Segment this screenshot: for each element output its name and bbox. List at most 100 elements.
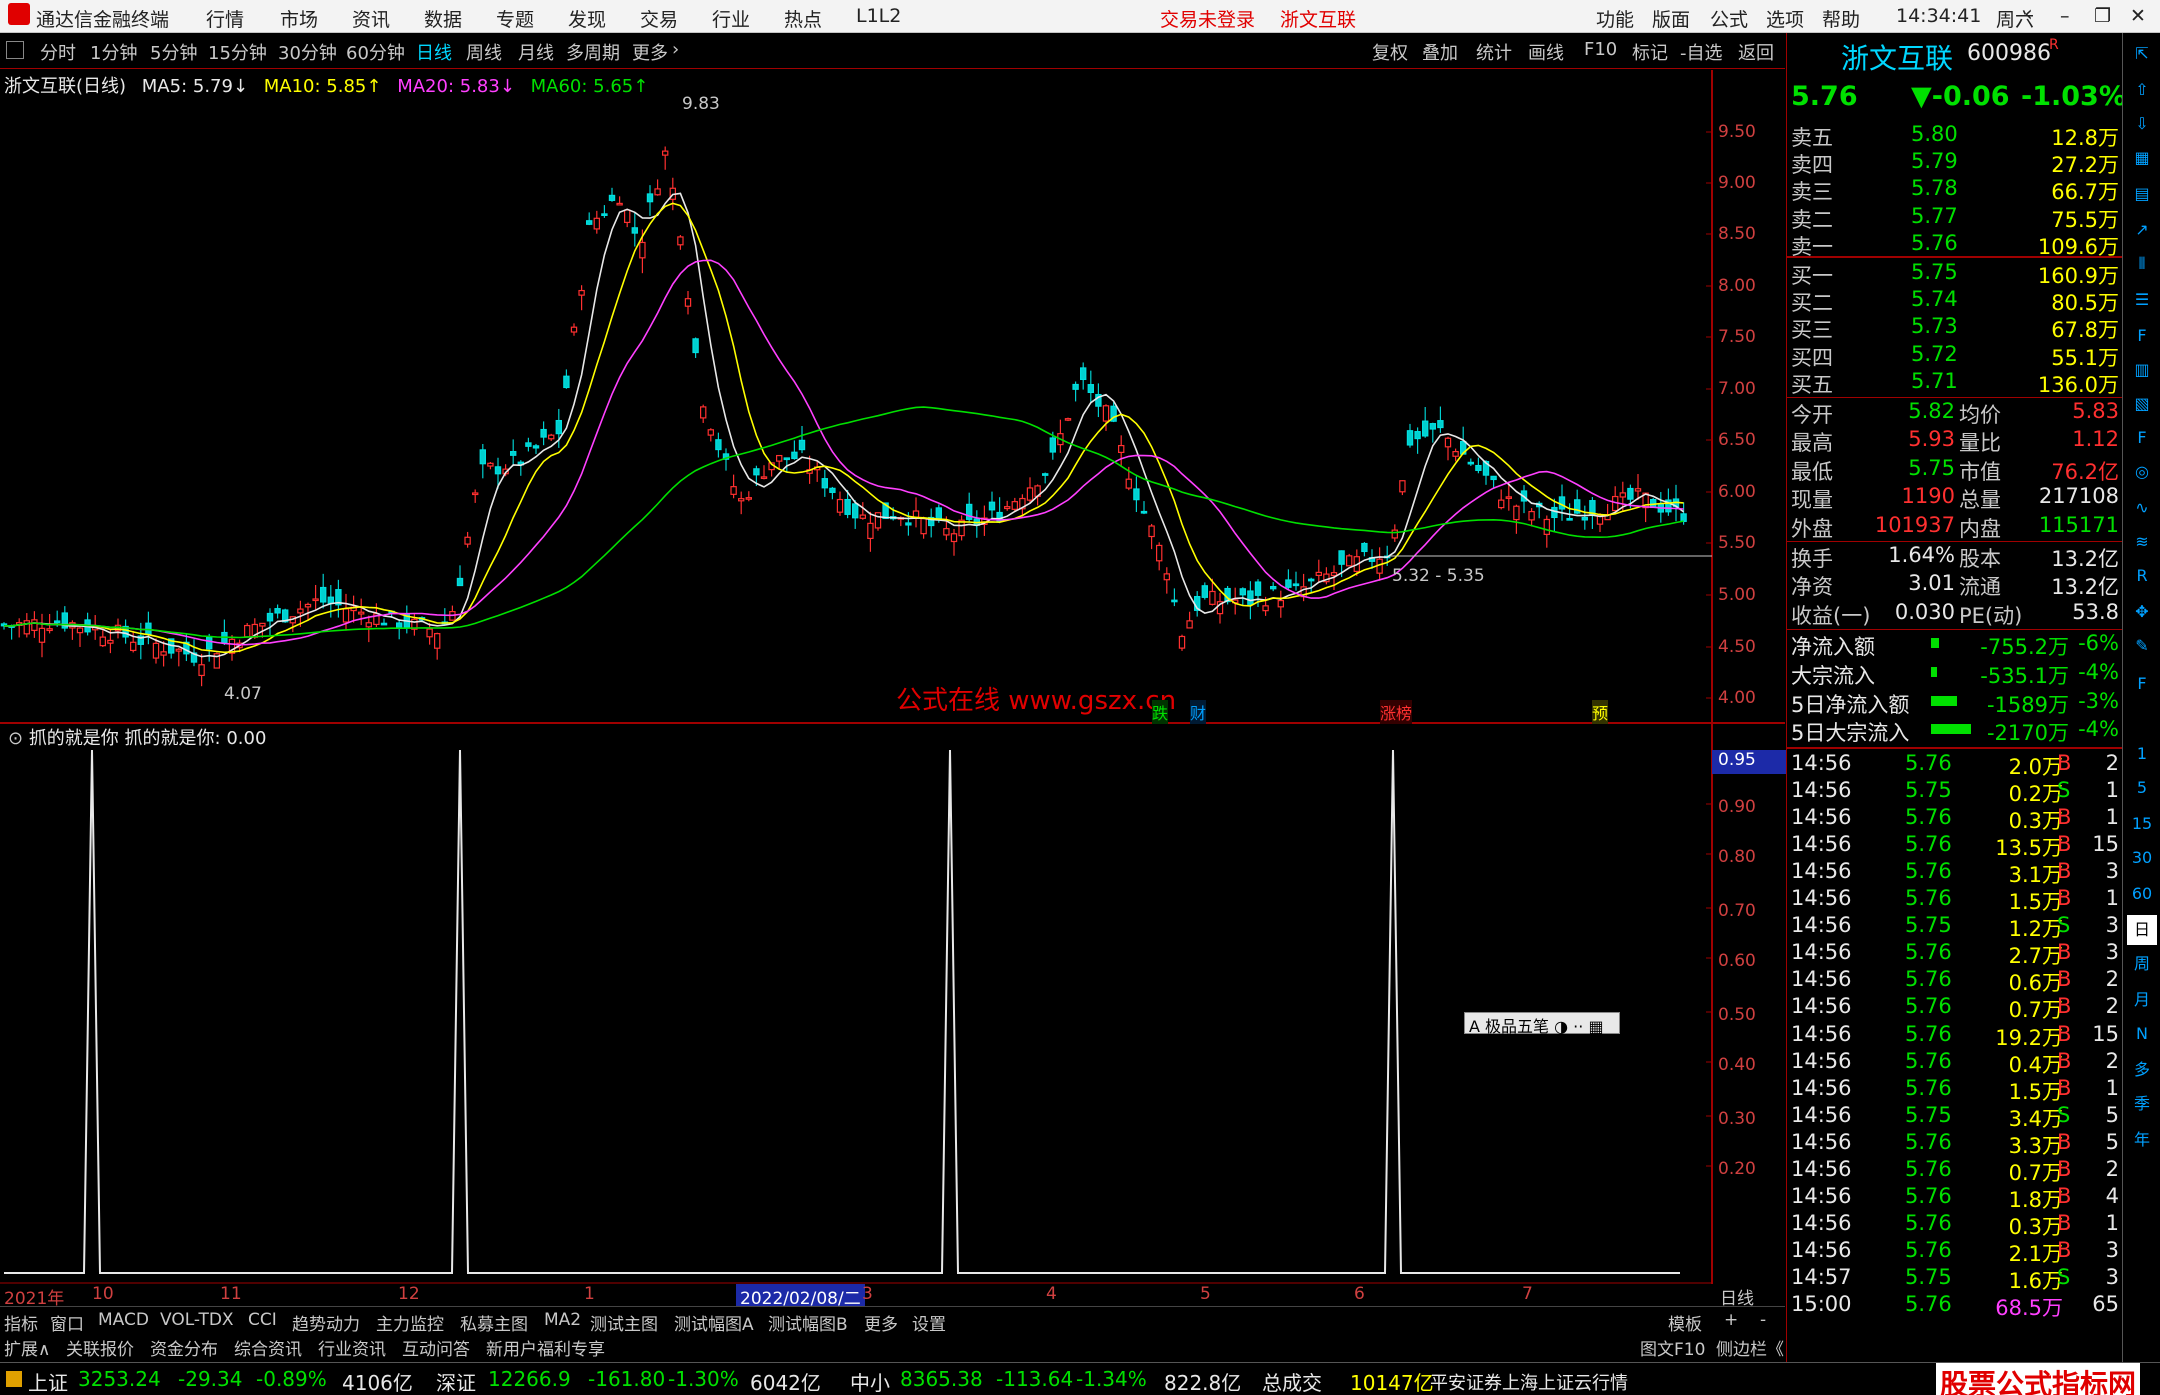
kline-chart[interactable] <box>0 70 1785 1284</box>
btn-zixuan[interactable]: -自选 <box>1680 39 1723 65</box>
btn-huaxian[interactable]: 画线 <box>1528 39 1564 65</box>
tab-guanlianbaojia[interactable]: 关联报价 <box>66 1335 134 1360</box>
rsi-icon[interactable]: R <box>2127 561 2157 591</box>
period-more[interactable]: 更多 <box>632 39 668 65</box>
menu-hangqing[interactable]: 行情 <box>206 5 244 32</box>
ime-toolbar[interactable]: A 极品五笔 ◑ ·· ▦ <box>1464 1012 1620 1036</box>
tab-expand[interactable]: 扩展∧ <box>4 1335 50 1360</box>
zoom-out-button[interactable]: - <box>1760 1310 1766 1330</box>
chart-icon[interactable]: ▥ <box>2127 355 2157 385</box>
down-arrow-icon[interactable]: ⇩ <box>2127 109 2157 139</box>
period-30[interactable]: 30 <box>2127 843 2157 873</box>
menu-bangzhu[interactable]: 帮助 <box>1822 5 1860 32</box>
move-icon[interactable]: ✥ <box>2127 597 2157 627</box>
period-multi-v[interactable]: 多 <box>2127 1055 2157 1085</box>
period-5min[interactable]: 5分钟 <box>150 39 197 65</box>
btn-f10[interactable]: F10 <box>1584 39 1617 60</box>
menu-shuju[interactable]: 数据 <box>424 5 462 32</box>
event-zhangbang[interactable]: 涨榜 <box>1380 700 1413 724</box>
chevron-right-icon[interactable]: › <box>672 39 679 60</box>
sz-index-name[interactable]: 深证 <box>436 1367 476 1395</box>
table-icon[interactable]: ▤ <box>2127 179 2157 209</box>
grid-icon[interactable]: ▦ <box>2127 143 2157 173</box>
period-15min[interactable]: 15分钟 <box>208 39 267 65</box>
tab-zijinfenbu[interactable]: 资金分布 <box>150 1335 218 1360</box>
btn-diejia[interactable]: 叠加 <box>1422 39 1458 65</box>
tab-new-user-benefit[interactable]: 新用户福利专享 <box>486 1335 605 1360</box>
menu-gongneng[interactable]: 功能 <box>1596 5 1634 32</box>
period-n[interactable]: N <box>2127 1019 2157 1049</box>
fs2-icon[interactable]: F <box>2127 669 2157 699</box>
period-weekly[interactable]: 周线 <box>466 39 502 65</box>
period-multi[interactable]: 多周期 <box>566 39 620 65</box>
period-daily[interactable]: 日线 <box>416 39 452 65</box>
period-quarter[interactable]: 季 <box>2127 1089 2157 1119</box>
status-icon[interactable] <box>6 1371 22 1387</box>
btn-fuquan[interactable]: 复权 <box>1372 39 1408 65</box>
event-yu[interactable]: 预 <box>1592 700 1609 724</box>
period-day[interactable]: 日 <box>2127 915 2157 945</box>
back-arrow-icon[interactable]: ‹ <box>2024 2 2033 27</box>
macd-icon[interactable]: ≋ <box>2127 527 2157 557</box>
wave-icon[interactable]: ∿ <box>2127 493 2157 523</box>
btn-tongji[interactable]: 统计 <box>1476 39 1512 65</box>
tab-hangyezixun[interactable]: 行业资讯 <box>318 1335 386 1360</box>
bars-icon[interactable]: ▧ <box>2127 389 2157 419</box>
period-monthly[interactable]: 月线 <box>518 39 554 65</box>
period-fenshi[interactable]: 分时 <box>40 39 76 65</box>
fs-icon[interactable]: F <box>2127 423 2157 453</box>
btn-fanhui[interactable]: 返回 <box>1738 39 1774 65</box>
circle-icon[interactable]: ◎ <box>2127 457 2157 487</box>
candle-body <box>23 620 31 635</box>
pin-icon[interactable]: ⇱ <box>2127 39 2157 69</box>
tab-ma2[interactable]: MA2 <box>544 1310 581 1330</box>
period-week[interactable]: 周 <box>2127 949 2157 979</box>
pen-icon[interactable]: ✎ <box>2127 631 2157 661</box>
period-60[interactable]: 60 <box>2127 879 2157 909</box>
list-icon[interactable]: ☰ <box>2127 285 2157 315</box>
minimize-icon[interactable]: – <box>2060 5 2070 27</box>
period-1[interactable]: 1 <box>2127 739 2157 769</box>
menu-faxian[interactable]: 发现 <box>568 5 606 32</box>
menu-redian[interactable]: 热点 <box>784 5 822 32</box>
trend-icon[interactable]: ↗ <box>2127 215 2157 245</box>
tab-sidebar[interactable]: 侧边栏《 <box>1716 1335 1784 1360</box>
indicator-arrow-icon[interactable]: ⊙ <box>8 728 29 749</box>
tab-vol-tdx[interactable]: VOL-TDX <box>160 1310 234 1330</box>
toolbar-menu-icon[interactable] <box>6 41 24 59</box>
tab-zonghezixun[interactable]: 综合资讯 <box>234 1335 302 1360</box>
menu-gongshi[interactable]: 公式 <box>1710 5 1748 32</box>
period-1min[interactable]: 1分钟 <box>90 39 137 65</box>
btn-biaoji[interactable]: 标记 <box>1632 39 1668 65</box>
tab-macd[interactable]: MACD <box>98 1310 149 1330</box>
menu-xuanxiang[interactable]: 选项 <box>1766 5 1804 32</box>
event-cai[interactable]: 财 <box>1190 700 1207 724</box>
sh-index-name[interactable]: 上证 <box>28 1367 68 1395</box>
menu-jiaoyi[interactable]: 交易 <box>640 5 678 32</box>
restore-icon[interactable]: ❐ <box>2094 5 2111 27</box>
f10-icon[interactable]: F <box>2127 321 2157 351</box>
period-30min[interactable]: 30分钟 <box>278 39 337 65</box>
menu-hangye[interactable]: 行业 <box>712 5 750 32</box>
menu-banmian[interactable]: 版面 <box>1652 5 1690 32</box>
menu-zixun[interactable]: 资讯 <box>352 5 390 32</box>
zx-index-name[interactable]: 中小 <box>850 1367 890 1395</box>
event-die[interactable]: 跌 <box>1152 700 1169 724</box>
period-60min[interactable]: 60分钟 <box>346 39 405 65</box>
period-month[interactable]: 月 <box>2127 985 2157 1015</box>
trade-login-status[interactable]: 交易未登录 <box>1160 5 1255 32</box>
close-icon[interactable]: ✕ <box>2130 5 2146 27</box>
kline-icon[interactable]: ⫴ <box>2127 249 2157 279</box>
period-5[interactable]: 5 <box>2127 773 2157 803</box>
menu-zhuanti[interactable]: 专题 <box>496 5 534 32</box>
menu-l1l2[interactable]: L1L2 <box>856 5 901 27</box>
period-year[interactable]: 年 <box>2127 1125 2157 1155</box>
tab-cci[interactable]: CCI <box>248 1310 277 1330</box>
tab-hudongwenda[interactable]: 互动问答 <box>402 1335 470 1360</box>
period-15[interactable]: 15 <box>2127 809 2157 839</box>
menu-shichang[interactable]: 市场 <box>280 5 318 32</box>
zoom-in-button[interactable]: + <box>1724 1310 1738 1330</box>
up-arrow-icon[interactable]: ⇧ <box>2127 75 2157 105</box>
tab-tuwen-f10[interactable]: 图文F10 <box>1640 1335 1705 1360</box>
ime-a-icon[interactable]: A <box>1469 1017 1485 1036</box>
